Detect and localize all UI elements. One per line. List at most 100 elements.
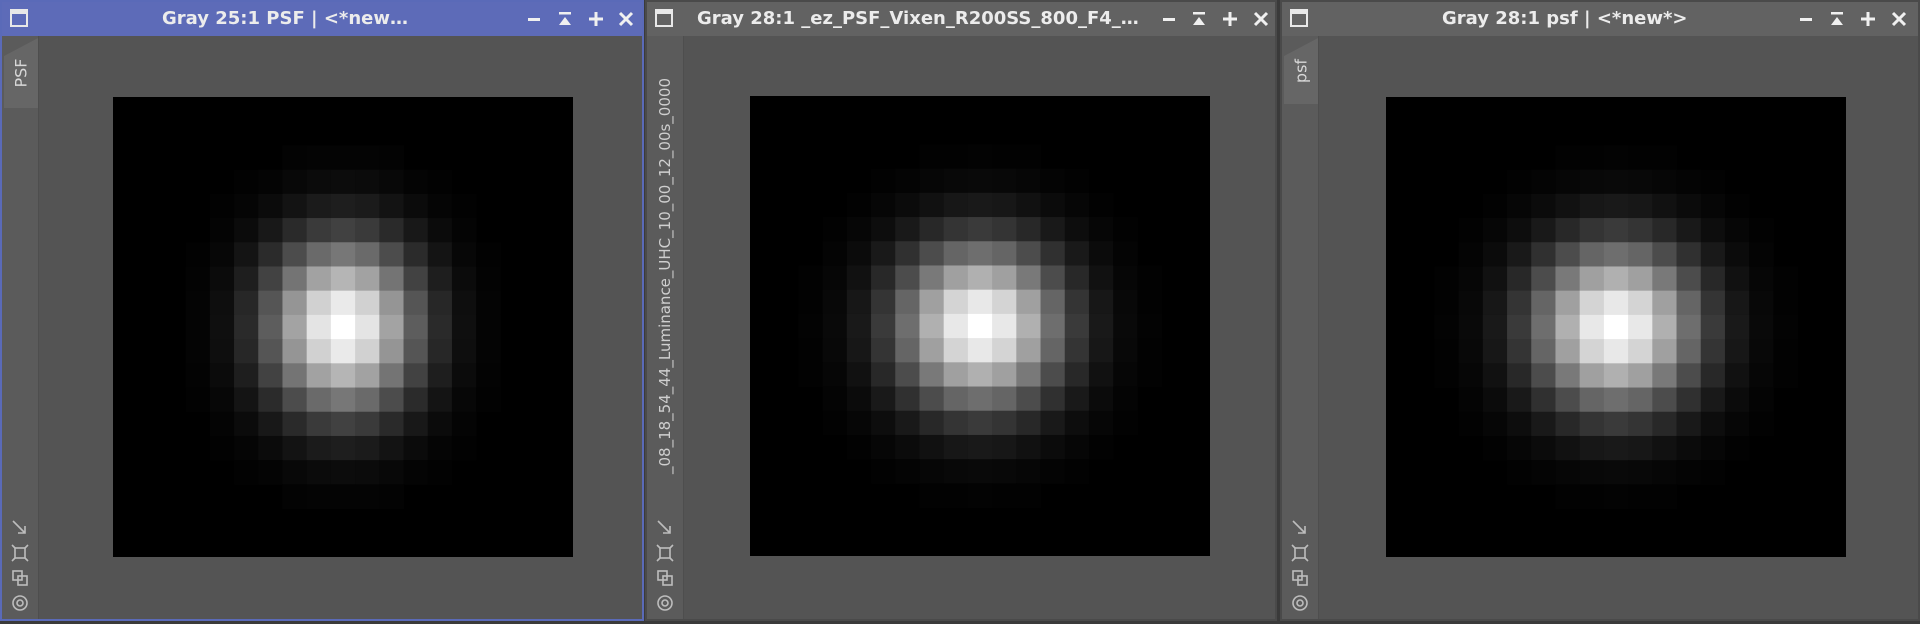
resize-icon[interactable] [655,518,675,538]
psf-pixel [282,314,308,340]
psf-image[interactable] [113,97,573,557]
close-icon[interactable] [1890,10,1908,28]
psf-pixel [1531,387,1556,413]
clone-icon[interactable] [1290,568,1310,588]
window-titlebar[interactable]: Gray 28:1 _ez_PSF_Vixen_R200SS_800_F4_20… [647,2,1275,36]
psf-pixel [846,192,872,218]
resize-icon[interactable] [10,518,30,538]
clone-icon[interactable] [655,568,675,588]
psf-pixel [1652,435,1678,461]
psf-pixel [306,169,332,195]
minimize-icon[interactable] [1160,10,1178,28]
psf-pixel [476,387,501,413]
psf-pixel [403,411,429,437]
psf-pixel [258,387,283,413]
psf-pixel [282,290,308,316]
psf-pixel [282,266,308,292]
psf-pixel [258,314,283,340]
view-id-tab[interactable]: PSF [4,38,38,108]
minimize-icon[interactable] [1797,10,1815,28]
psf-pixel [895,410,920,436]
psf-pixel [895,217,920,242]
fit-view-icon[interactable] [1290,543,1310,563]
fit-view-icon[interactable] [10,543,30,563]
psf-pixel [967,362,993,388]
view-sidebar: psf [1282,36,1319,619]
psf-pixel [1016,313,1042,339]
window-icon[interactable] [10,9,28,27]
psf-pixel [330,218,356,243]
view-id-label[interactable]: _08_18_54_44_Luminance_UHC_10_00_12_00s_… [647,36,683,516]
psf-pixel [1724,193,1750,219]
psf-pixel [1724,242,1750,267]
psf-pixel [258,169,283,195]
psf-pixel [379,218,405,243]
psf-pixel [871,386,896,412]
view-id-tab[interactable]: psf [1284,38,1318,104]
psf-pixel [943,434,969,460]
window-icon[interactable] [655,9,673,27]
psf-pixel [1088,241,1114,266]
psf-pixel [1700,339,1726,364]
minimize-icon[interactable] [525,10,543,28]
psf-pixel [1579,484,1605,510]
maximize-icon[interactable] [587,10,605,28]
psf-pixel [1507,242,1532,267]
psf-pixel [330,411,356,437]
close-icon[interactable] [617,10,635,28]
image-window-psf-lower[interactable]: Gray 28:1 psf | <*new*> psf [1280,0,1920,621]
resize-icon[interactable] [1290,518,1310,538]
fit-view-icon[interactable] [655,543,675,563]
psf-pixel [427,193,453,219]
psf-pixel [1628,484,1653,510]
target-icon[interactable] [10,593,30,613]
psf-pixel [1628,314,1653,340]
psf-pixel [355,435,380,461]
psf-pixel [1507,435,1532,461]
psf-pixel [1579,242,1605,267]
window-titlebar[interactable]: Gray 28:1 psf | <*new*> [1282,2,1918,36]
psf-image[interactable] [1386,97,1846,557]
maximize-icon[interactable] [1859,10,1877,28]
psf-pixel [822,410,848,436]
clone-icon[interactable] [10,568,30,588]
psf-pixel [1603,484,1629,510]
psf-pixel [282,387,308,413]
psf-pixel [403,387,429,413]
psf-pixel [1482,435,1508,461]
psf-pixel [282,145,308,171]
psf-pixel [427,169,453,195]
shade-icon[interactable] [556,10,574,28]
psf-pixel [451,290,477,316]
psf-pixel [1628,411,1653,437]
target-icon[interactable] [1290,593,1310,613]
close-icon[interactable] [1252,10,1270,28]
window-titlebar[interactable]: Gray 25:1 PSF | <*new*> [2,2,642,36]
psf-pixel [822,265,848,291]
psf-pixel [476,266,501,292]
psf-pixel [306,411,332,437]
window-icon[interactable] [1290,9,1308,27]
psf-pixel [1749,339,1774,364]
image-window-ez-psf[interactable]: Gray 28:1 _ez_PSF_Vixen_R200SS_800_F4_20… [645,0,1277,621]
psf-pixel [919,144,945,170]
maximize-icon[interactable] [1221,10,1239,28]
psf-pixel [1603,290,1629,316]
psf-pixel [871,265,896,291]
psf-pixel [306,242,332,267]
psf-pixel [306,387,332,413]
psf-pixel [258,242,283,267]
psf-pixel [379,266,405,292]
image-window-psf[interactable]: Gray 25:1 PSF | <*new*> PSF [0,0,644,621]
psf-pixel [1088,217,1114,242]
psf-pixel [846,289,872,315]
psf-pixel [1088,338,1114,363]
psf-pixel [895,289,920,315]
psf-pixel [451,387,477,413]
target-icon[interactable] [655,593,675,613]
psf-image[interactable] [750,96,1210,556]
psf-pixel [1016,434,1042,460]
shade-icon[interactable] [1828,10,1846,28]
psf-pixel [846,362,872,388]
shade-icon[interactable] [1190,10,1208,28]
